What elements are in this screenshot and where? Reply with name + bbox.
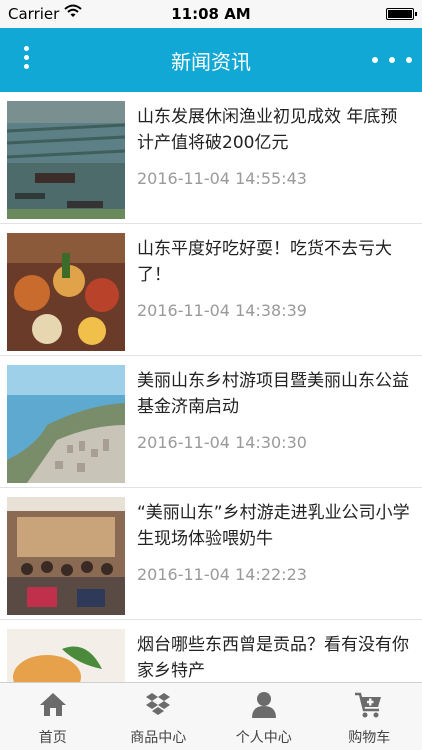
tab-label: 个人中心 xyxy=(235,730,292,746)
tab-label: 购物车 xyxy=(348,730,391,746)
tab-label: 首页 xyxy=(38,730,67,746)
dropbox-icon xyxy=(144,691,172,723)
clock: 11:08 AM xyxy=(171,5,251,23)
page-title: 新闻资讯 xyxy=(171,50,251,74)
tab-bar: 首页 商品中心 个人中心 购物车 xyxy=(0,682,422,750)
news-item[interactable]: 烟台哪些东西曾是贡品？看有没有你家乡特产 xyxy=(0,620,422,682)
tab-profile[interactable]: 个人中心 xyxy=(211,683,317,750)
navigation-bar: 新闻资讯 xyxy=(0,28,422,92)
news-title: 美丽山东乡村游项目暨美丽山东公益基金济南启动 xyxy=(137,371,409,417)
news-title: “美丽山东”乡村游走进乳业公司小学生现场体验喂奶牛 xyxy=(137,503,410,549)
fishing-farm-photo xyxy=(7,101,125,219)
news-title: 山东平度好吃好耍！吃货不去亏大了！ xyxy=(137,239,392,285)
dot-icon xyxy=(389,57,395,63)
news-item[interactable]: 山东发展休闲渔业初见成效 年底预计产值将破200亿元 2016-11-04 14… xyxy=(0,92,422,224)
user-icon xyxy=(251,691,277,723)
news-date: 2016-11-04 14:30:30 xyxy=(137,433,307,452)
tab-products[interactable]: 商品中心 xyxy=(106,683,212,750)
news-date: 2016-11-04 14:38:39 xyxy=(137,301,307,320)
news-date: 2016-11-04 14:22:23 xyxy=(137,565,307,584)
news-title: 烟台哪些东西曾是贡品？看有没有你家乡特产 xyxy=(137,635,409,681)
news-item[interactable]: “美丽山东”乡村游走进乳业公司小学生现场体验喂奶牛 2016-11-04 14:… xyxy=(0,488,422,620)
news-date: 2016-11-04 14:55:43 xyxy=(137,169,307,188)
tab-home[interactable]: 首页 xyxy=(0,683,106,750)
coastal-city-photo xyxy=(7,365,125,483)
news-list[interactable]: 山东发展休闲渔业初见成效 年底预计产值将破200亿元 2016-11-04 14… xyxy=(0,92,422,682)
news-title: 山东发展休闲渔业初见成效 年底预计产值将破200亿元 xyxy=(137,107,398,153)
home-icon xyxy=(39,691,67,721)
dot-icon xyxy=(372,57,378,63)
event-hall-photo xyxy=(7,497,125,615)
status-bar: Carrier 11:08 AM xyxy=(0,0,422,28)
food-feast-photo xyxy=(7,233,125,351)
battery-icon xyxy=(386,8,417,20)
news-item[interactable]: 美丽山东乡村游项目暨美丽山东公益基金济南启动 2016-11-04 14:30:… xyxy=(0,356,422,488)
news-item[interactable]: 山东平度好吃好耍！吃货不去亏大了！ 2016-11-04 14:38:39 xyxy=(0,224,422,356)
more-options-button[interactable] xyxy=(372,50,412,70)
tab-cart[interactable]: 购物车 xyxy=(317,683,422,750)
cart-icon xyxy=(354,691,384,723)
dish-photo xyxy=(7,629,125,682)
tab-label: 商品中心 xyxy=(130,730,187,746)
dot-icon xyxy=(406,57,412,63)
